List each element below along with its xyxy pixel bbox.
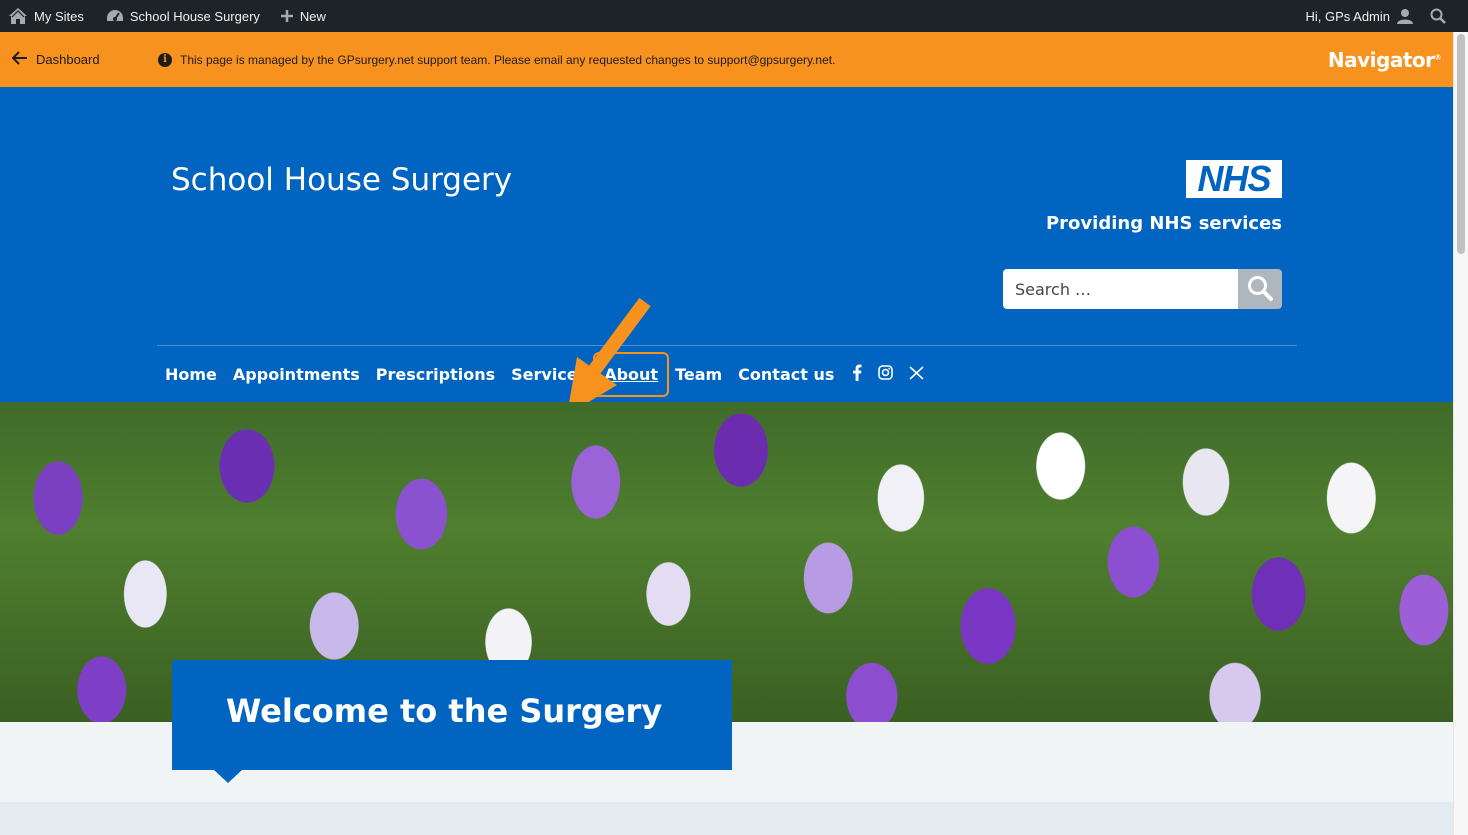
x-icon[interactable] <box>909 365 924 380</box>
search-icon <box>1247 275 1273 304</box>
site-header: School House Surgery NHS Providing NHS s… <box>0 87 1453 415</box>
menu-item-prescriptions[interactable]: Prescriptions <box>368 352 503 397</box>
nhs-logo: NHS <box>1186 160 1282 198</box>
social-links <box>852 364 924 381</box>
header-divider <box>157 345 1297 346</box>
my-sites-label: My Sites <box>34 8 84 24</box>
plus-icon <box>280 9 294 23</box>
navigator-logo-text: Navigator <box>1327 47 1435 72</box>
instagram-icon[interactable] <box>878 365 894 380</box>
facebook-icon[interactable] <box>852 364 862 381</box>
content-band <box>0 802 1453 835</box>
search-input[interactable] <box>1003 269 1238 309</box>
menu-item-appointments[interactable]: Appointments <box>225 352 368 397</box>
nhs-tagline: Providing NHS services <box>1045 213 1282 234</box>
site-name-label: School House Surgery <box>129 8 260 24</box>
wp-admin-bar: My Sites School House Surgery New Hi, GP… <box>0 0 1468 32</box>
admin-search-button[interactable] <box>1422 0 1468 32</box>
new-content-menu[interactable]: New <box>272 0 334 32</box>
dashboard-link[interactable]: Dashboard <box>11 51 100 68</box>
dashboard-label: Dashboard <box>36 52 100 67</box>
navigator-logo[interactable]: Navigator® <box>1327 47 1442 72</box>
new-label: New <box>299 8 326 24</box>
dashboard-gauge-icon <box>106 8 124 24</box>
welcome-title: Welcome to the Surgery <box>226 692 663 730</box>
search-button[interactable] <box>1238 269 1282 309</box>
info-icon: i <box>158 52 172 67</box>
navigator-bar: Dashboard i This page is managed by the … <box>0 32 1453 87</box>
search-icon <box>1430 8 1446 24</box>
search-form <box>1003 269 1282 309</box>
registered-mark: ® <box>1434 52 1442 61</box>
user-avatar-icon <box>1396 7 1414 25</box>
my-sites-menu[interactable]: My Sites <box>0 0 92 32</box>
arrow-left-icon <box>11 51 28 68</box>
my-sites-icon <box>8 7 28 25</box>
greeting-label: Hi, GPs Admin <box>1305 8 1390 24</box>
page-scrollbar[interactable] <box>1453 32 1468 835</box>
welcome-banner: Welcome to the Surgery <box>172 660 732 783</box>
menu-item-team[interactable]: Team <box>667 352 730 397</box>
site-title[interactable]: School House Surgery <box>171 162 512 198</box>
scrollbar-thumb[interactable] <box>1457 34 1465 254</box>
main-menu: Home Appointments Prescriptions Services… <box>157 352 924 397</box>
nhs-logo-text: NHS <box>1197 158 1271 199</box>
notice-text: This page is managed by the GPsurgery.ne… <box>180 52 836 67</box>
welcome-banner-pointer <box>214 770 242 783</box>
menu-item-home[interactable]: Home <box>157 352 225 397</box>
site-name-menu[interactable]: School House Surgery <box>98 0 268 32</box>
account-menu[interactable]: Hi, GPs Admin <box>1297 0 1422 32</box>
menu-item-contact-us[interactable]: Contact us <box>730 352 842 397</box>
managed-notice: i This page is managed by the GPsurgery.… <box>158 52 836 67</box>
